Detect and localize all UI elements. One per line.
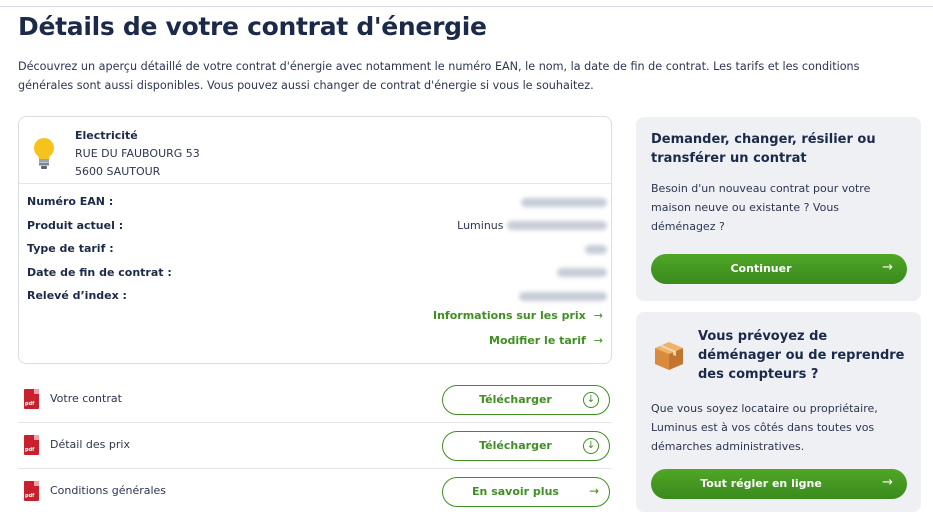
field-ean: Numéro EAN : (27, 195, 607, 219)
top-divider (0, 6, 933, 7)
arrow-right-icon: → (593, 309, 603, 322)
field-label: Numéro EAN : (27, 195, 114, 208)
arrow-right-icon: → (882, 475, 893, 490)
field-tariff-type: Type de tarif : (27, 242, 607, 266)
download-prices-button[interactable]: Télécharger ↓ (442, 431, 610, 461)
modify-tariff-link[interactable]: Modifier le tarif → (489, 334, 603, 347)
pdf-icon: pdf (24, 481, 39, 501)
contract-card: Electricité RUE DU FAUBOURG 53 5600 SAUT… (18, 116, 612, 364)
button-label: En savoir plus (472, 485, 559, 498)
page-intro: Découvrez un aperçu détaillé de votre co… (18, 60, 860, 92)
moving-card: Vous prévoyez de déménager ou de reprend… (636, 312, 921, 512)
change-contract-card: Demander, changer, résilier ou transfére… (636, 117, 921, 301)
field-value-redacted (585, 242, 607, 255)
document-row-conditions: pdf Conditions générales En savoir plus … (18, 469, 612, 515)
field-end-date: Date de fin de contrat : (27, 266, 607, 290)
contract-fields: Numéro EAN : Produit actuel : Luminus Ty… (27, 195, 607, 313)
product-name: Luminus (457, 218, 504, 232)
conditions-more-button[interactable]: En savoir plus → (442, 477, 610, 507)
modify-tariff-label: Modifier le tarif (489, 334, 586, 347)
field-value-redacted (521, 195, 607, 208)
change-contract-title: Demander, changer, résilier ou transfére… (651, 132, 876, 166)
address-city: 5600 SAUTOUR (75, 165, 161, 178)
download-contract-button[interactable]: Télécharger ↓ (442, 385, 610, 415)
address-street: RUE DU FAUBOURG 53 (75, 147, 200, 160)
download-icon: ↓ (583, 438, 599, 454)
field-label: Produit actuel : (27, 218, 124, 232)
card-divider (19, 183, 611, 184)
arrow-right-icon: → (593, 334, 603, 347)
arrow-right-icon: → (588, 484, 599, 498)
field-value: Luminus (457, 219, 607, 232)
field-label: Relevé d’index : (27, 289, 127, 302)
price-info-label: Informations sur les prix (433, 309, 586, 322)
field-product: Produit actuel : Luminus (27, 219, 607, 243)
button-label: Continuer (730, 262, 792, 275)
price-info-link[interactable]: Informations sur les prix → (433, 309, 603, 322)
arrow-right-icon: → (882, 260, 893, 275)
pdf-icon: pdf (24, 435, 39, 455)
document-label: Détail des prix (50, 438, 130, 451)
field-label: Date de fin de contrat : (27, 265, 172, 279)
document-row-prices: pdf Détail des prix Télécharger ↓ (18, 423, 612, 469)
download-icon: ↓ (583, 392, 599, 408)
lightbulb-icon (34, 138, 54, 169)
field-value-redacted (557, 266, 607, 279)
contract-address: Electricité RUE DU FAUBOURG 53 5600 SAUT… (75, 127, 200, 181)
continue-button[interactable]: Continuer → (651, 254, 907, 284)
button-label: Télécharger (479, 393, 552, 406)
change-contract-text: Besoin d'un nouveau contrat pour votre m… (651, 182, 871, 233)
document-label: Votre contrat (50, 392, 122, 405)
document-label: Conditions générales (50, 484, 167, 497)
settle-online-button[interactable]: Tout régler en ligne → (651, 469, 907, 499)
field-label: Type de tarif : (27, 242, 114, 255)
moving-box-icon (655, 342, 683, 370)
moving-text: Que vous soyez locataire ou propriétaire… (651, 402, 878, 453)
energy-type: Electricité (75, 129, 138, 142)
page-title: Détails de votre contrat d'énergie (18, 12, 487, 41)
field-value-redacted (519, 289, 607, 302)
button-label: Télécharger (479, 439, 552, 452)
moving-title: Vous prévoyez de déménager ou de reprend… (698, 329, 905, 382)
pdf-icon: pdf (24, 389, 39, 409)
document-row-contract: pdf Votre contrat Télécharger ↓ (18, 377, 612, 423)
button-label: Tout régler en ligne (700, 477, 822, 490)
